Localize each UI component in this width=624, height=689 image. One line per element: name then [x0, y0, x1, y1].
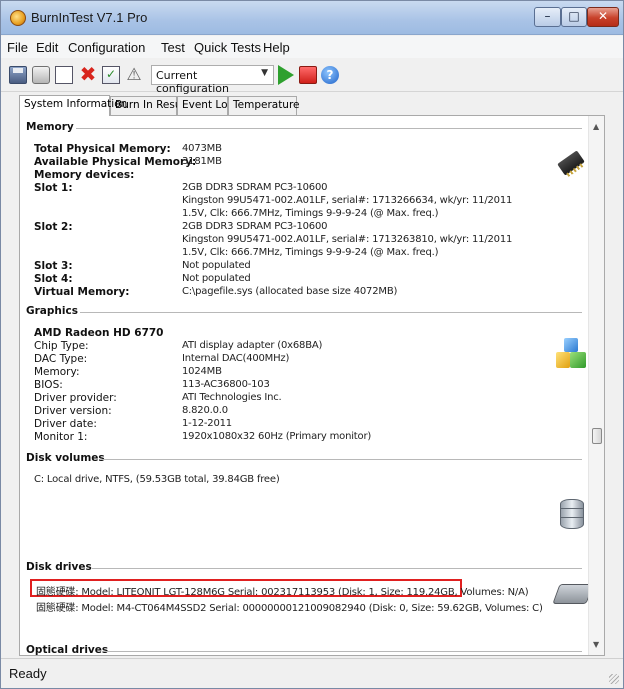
optical-drives-header: Optical drives [26, 644, 109, 656]
graphics-value: ATI display adapter (0x68BA) [182, 340, 323, 351]
graphics-divider [80, 312, 582, 313]
graphics-value: 1920x1080x32 60Hz (Primary monitor) [182, 431, 372, 442]
menu-bar: File Edit Configuration Test Quick Tests… [1, 36, 623, 58]
maximize-button[interactable]: □ [561, 7, 587, 27]
graphics-value: 113-AC36800-103 [182, 379, 270, 390]
graphics-value: Internal DAC(400MHz) [182, 353, 290, 364]
memory-label: Memory devices: [34, 169, 135, 181]
graphics-blocks-icon [556, 338, 588, 370]
configuration-dropdown-value: Current configuration [156, 69, 229, 95]
memory-value: 1.5V, Clk: 666.7MHz, Timings 9-9-9-24 (@… [182, 247, 439, 258]
stop-test-icon[interactable] [299, 66, 317, 84]
graphics-value: 8.820.0.0 [182, 405, 228, 416]
tab-temperature[interactable]: Temperature [228, 96, 300, 115]
tab-event-log[interactable]: Event Log [177, 96, 234, 115]
graphics-value: 1024MB [182, 366, 222, 377]
save-icon[interactable] [9, 66, 27, 84]
vertical-scrollbar[interactable]: ▲ ▼ [588, 116, 604, 655]
graphics-label: BIOS: [34, 379, 63, 391]
menu-quick-tests[interactable]: Quick Tests [194, 40, 261, 55]
graphics-label: Chip Type: [34, 340, 89, 352]
warning-icon[interactable]: ⚠ [125, 66, 143, 84]
menu-edit[interactable]: Edit [36, 40, 58, 55]
app-window: BurnInTest V7.1 Pro – □ ✕ File Edit Conf… [0, 0, 624, 689]
memory-value: Kingston 99U5471-002.A01LF, serial#: 171… [182, 195, 513, 206]
maximize-icon: □ [568, 9, 580, 23]
memory-value: Kingston 99U5471-002.A01LF, serial#: 171… [182, 234, 513, 245]
memory-label: Virtual Memory: [34, 286, 130, 298]
graphics-value: ATI Technologies Inc. [182, 392, 282, 403]
clear-results-icon[interactable]: ✖ [79, 64, 97, 84]
memory-header: Memory [26, 121, 74, 133]
memory-value: C:\pagefile.sys (allocated base size 407… [182, 286, 398, 297]
close-icon: ✕ [597, 9, 609, 23]
resize-grip-icon[interactable] [609, 674, 619, 684]
status-bar: Ready [1, 658, 623, 688]
disk-volume-icon [560, 499, 584, 529]
disk-drives-header: Disk drives [26, 561, 92, 573]
graphics-label: DAC Type: [34, 353, 88, 365]
scroll-thumb[interactable] [592, 428, 602, 444]
memory-label: Total Physical Memory: [34, 143, 171, 155]
scroll-up-icon[interactable]: ▲ [593, 122, 599, 131]
memory-value: Not populated [182, 260, 251, 271]
minimize-button[interactable]: – [534, 7, 561, 27]
memory-label: Slot 2: [34, 221, 73, 233]
memory-value: 3181MB [182, 156, 222, 167]
new-document-icon[interactable] [55, 66, 73, 84]
disk-drive-entry: 固態硬碟: Model: LITEONIT LGT-128M6G Serial:… [36, 587, 529, 598]
memory-chip-icon [550, 142, 592, 184]
menu-help[interactable]: Help [263, 40, 290, 55]
system-info-panel[interactable]: Memory Total Physical Memory: 4073MB Ava… [19, 115, 605, 656]
disk-volume-entry: C: Local drive, NTFS, (59.53GB total, 39… [34, 474, 280, 485]
graphics-label: Memory: [34, 366, 80, 378]
checklist-icon[interactable] [102, 66, 120, 84]
graphics-label: Monitor 1: [34, 431, 88, 443]
memory-label: Available Physical Memory: [34, 156, 197, 168]
scroll-down-icon[interactable]: ▼ [593, 640, 599, 649]
memory-value: 1.5V, Clk: 666.7MHz, Timings 9-9-9-24 (@… [182, 208, 439, 219]
disk-volumes-divider [100, 459, 582, 460]
disk-drives-divider [92, 568, 582, 569]
title-bar[interactable]: BurnInTest V7.1 Pro – □ ✕ [1, 1, 623, 35]
disk-volumes-header: Disk volumes [26, 452, 105, 464]
tab-system-information[interactable]: System Information [19, 95, 127, 116]
close-button[interactable]: ✕ [587, 7, 619, 27]
memory-value: 2GB DDR3 SDRAM PC3-10600 [182, 221, 328, 232]
disk-drive-entry: 固態硬碟: Model: M4-CT064M4SSD2 Serial: 0000… [36, 603, 543, 614]
burnintest-app-icon [10, 10, 26, 26]
memory-value: 2GB DDR3 SDRAM PC3-10600 [182, 182, 328, 193]
minimize-icon: – [544, 9, 551, 23]
menu-test[interactable]: Test [161, 40, 185, 55]
menu-file[interactable]: File [7, 40, 28, 55]
window-title: BurnInTest V7.1 Pro [31, 10, 148, 25]
optical-drives-divider [104, 651, 582, 652]
memory-value: 4073MB [182, 143, 222, 154]
start-test-icon[interactable] [278, 65, 294, 85]
memory-label: Slot 1: [34, 182, 73, 194]
status-text: Ready [9, 666, 47, 681]
graphics-label: Driver date: [34, 418, 97, 430]
configuration-dropdown[interactable]: Current configuration ▼ [151, 65, 274, 95]
memory-label: Slot 4: [34, 273, 73, 285]
chevron-down-icon: ▼ [261, 68, 268, 78]
menu-configuration[interactable]: Configuration [68, 40, 145, 55]
graphics-card-name: AMD Radeon HD 6770 [34, 327, 164, 339]
memory-value: Not populated [182, 273, 251, 284]
help-icon[interactable]: ? [321, 66, 339, 84]
toolbar: ✖ ⚠ ? [1, 58, 623, 92]
graphics-value: 1-12-2011 [182, 418, 232, 429]
memory-label: Slot 3: [34, 260, 73, 272]
graphics-label: Driver provider: [34, 392, 117, 404]
graphics-label: Driver version: [34, 405, 112, 417]
config-icon[interactable] [32, 66, 50, 84]
graphics-header: Graphics [26, 305, 78, 317]
memory-divider [76, 128, 582, 129]
